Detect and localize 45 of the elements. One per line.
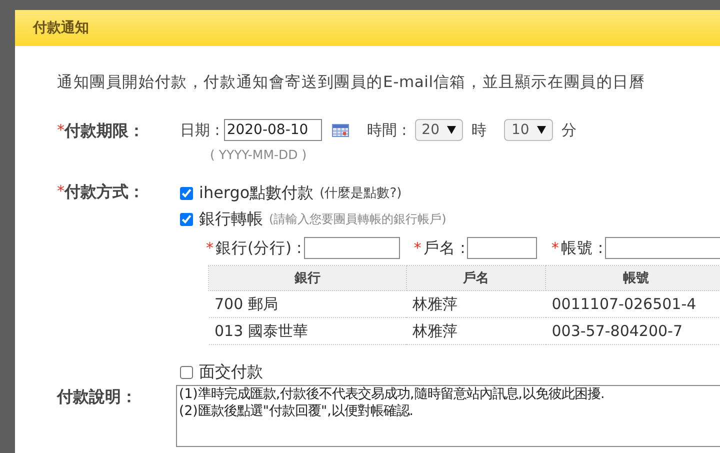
option-note: (請輸入您要團員轉帳的銀行帳戶) bbox=[269, 210, 446, 228]
table-cell: 003-57-804200-7 bbox=[546, 318, 720, 344]
table-cell: 0011107-026501-4 bbox=[546, 290, 720, 318]
input-field[interactable] bbox=[304, 237, 400, 259]
calendar-icon[interactable] bbox=[332, 124, 349, 136]
time-label: 時間 : bbox=[366, 120, 407, 140]
table-cell: 700 郵局 bbox=[208, 290, 406, 318]
option-label: 銀行轉帳 bbox=[199, 208, 263, 230]
field-label: 付款說明： bbox=[57, 387, 137, 406]
checkbox[interactable] bbox=[180, 212, 193, 226]
required-mark: * bbox=[414, 239, 422, 257]
option-note[interactable]: (什麼是點數?) bbox=[320, 184, 402, 202]
input-field[interactable] bbox=[605, 237, 720, 259]
required-mark: * bbox=[57, 121, 64, 139]
option-label: 面交付款 bbox=[199, 362, 263, 382]
table-cell: 林雅萍 bbox=[406, 318, 546, 344]
column-header: 帳號 bbox=[546, 266, 720, 290]
date-format-hint: ( YYYY-MM-DD ) bbox=[210, 147, 308, 162]
minute-dropdown[interactable]: 10 bbox=[504, 119, 554, 141]
hour-dropdown[interactable]: 20 bbox=[414, 119, 464, 141]
unit-label: 分 bbox=[561, 120, 576, 140]
field-label: 付款方式： bbox=[64, 182, 144, 201]
instructions-field[interactable]: (1)準時完成匯款,付款後不代表交易成功,隨時留意站內訊息,以免彼此困擾. (2)匯款後點選"付款回覆",以便對帳確認. bbox=[176, 385, 720, 447]
checkbox[interactable] bbox=[180, 366, 193, 378]
dialog-title: 付款通知 bbox=[33, 19, 89, 37]
checkbox[interactable] bbox=[180, 186, 193, 200]
dropdown-arrow-icon bbox=[537, 126, 546, 134]
required-mark: * bbox=[57, 182, 64, 200]
date-label: 日期 : bbox=[180, 120, 220, 140]
field-label: 帳號 : bbox=[560, 238, 604, 258]
field-label: 戶名 : bbox=[423, 238, 466, 258]
required-mark: * bbox=[206, 239, 214, 257]
table-cell: 013 國泰世華 bbox=[208, 318, 406, 344]
column-header: 戶名 bbox=[406, 266, 546, 290]
required-mark: * bbox=[551, 239, 559, 257]
field-label: 付款期限： bbox=[64, 121, 144, 140]
dropdown-arrow-icon bbox=[447, 126, 456, 134]
date-field[interactable]: 2020-08-10 bbox=[224, 119, 322, 141]
field-label: 銀行(分行) : bbox=[216, 238, 302, 258]
table-cell: 林雅萍 bbox=[406, 290, 546, 318]
unit-label: 時 bbox=[471, 120, 486, 140]
input-field[interactable] bbox=[467, 237, 538, 259]
option-label: ihergo點數付款 bbox=[199, 182, 314, 204]
column-header: 銀行 bbox=[208, 266, 406, 290]
description: 通知團員開始付款，付款通知會寄送到團員的E-mail信箱，並且顯示在團員的日曆 bbox=[57, 72, 646, 93]
